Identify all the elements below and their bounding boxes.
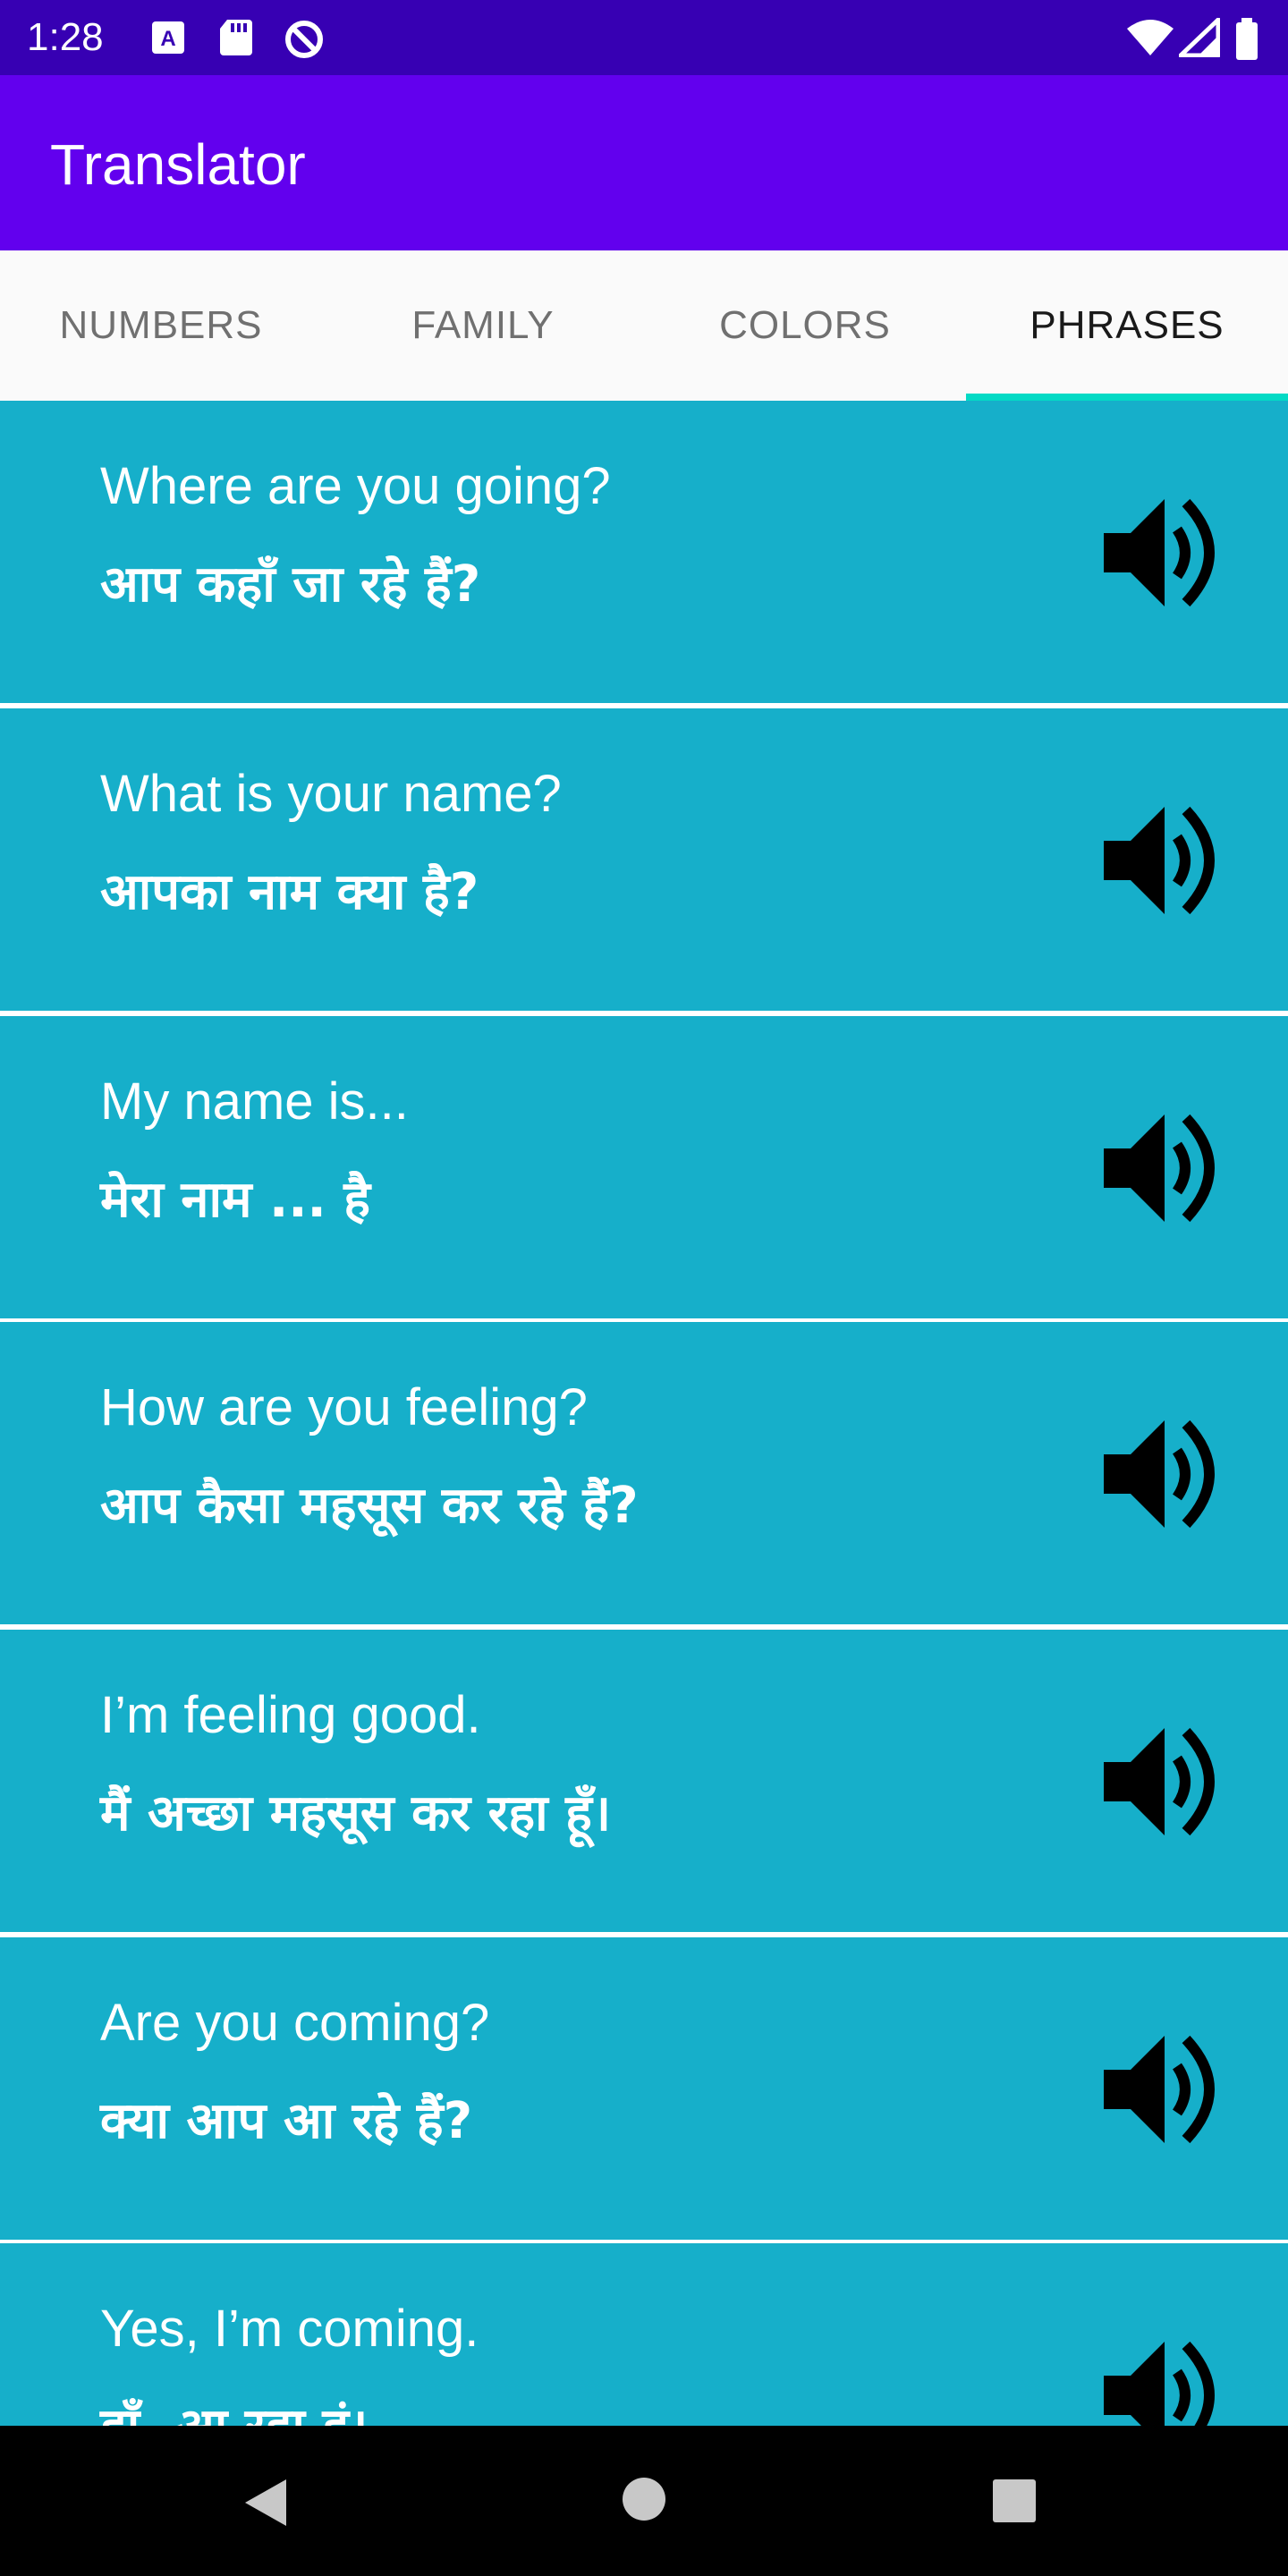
signal-icon bbox=[1178, 17, 1221, 61]
keyboard-a-icon: A bbox=[150, 18, 186, 61]
hindi-phrase: मैं अच्छा महसूस कर रहा हूँ। bbox=[100, 1784, 612, 1843]
app-title: Translator bbox=[50, 132, 306, 197]
svg-text:A: A bbox=[160, 27, 175, 51]
tab-indicator bbox=[966, 394, 1288, 401]
list-item[interactable]: My name is... मेरा नाम ... है bbox=[0, 1016, 1288, 1318]
english-phrase: My name is... bbox=[100, 1072, 409, 1131]
tab-label: COLORS bbox=[719, 303, 891, 347]
speaker-icon[interactable] bbox=[1100, 798, 1225, 923]
speaker-icon[interactable] bbox=[1100, 1106, 1225, 1231]
tab-label: PHRASES bbox=[1030, 303, 1224, 347]
speaker-icon[interactable] bbox=[1100, 2333, 1225, 2426]
hindi-phrase: आपका नाम क्या है? bbox=[100, 863, 479, 921]
status-time: 1:28 bbox=[27, 15, 104, 59]
status-bar: 1:28 A bbox=[0, 0, 1288, 75]
tab-label: NUMBERS bbox=[59, 303, 263, 347]
english-phrase: What is your name? bbox=[100, 765, 562, 823]
hindi-phrase: हाँ, आ रहा हूं। bbox=[100, 2395, 368, 2426]
list-item[interactable]: Yes, I’m coming. हाँ, आ रहा हूं। bbox=[0, 2243, 1288, 2426]
english-phrase: I’m feeling good. bbox=[100, 1686, 481, 1744]
list-item[interactable]: How are you feeling? आप कैसा महसूस कर रह… bbox=[0, 1322, 1288, 1624]
list-item[interactable]: What is your name? आपका नाम क्या है? bbox=[0, 708, 1288, 1011]
battery-icon bbox=[1234, 18, 1259, 64]
speaker-icon[interactable] bbox=[1100, 490, 1225, 615]
tab-label: FAMILY bbox=[411, 303, 555, 347]
hindi-phrase: आप कहाँ जा रहे हैं? bbox=[100, 555, 481, 614]
app-bar: Translator bbox=[0, 75, 1288, 250]
english-phrase: How are you feeling? bbox=[100, 1378, 588, 1436]
tab-numbers[interactable]: NUMBERS bbox=[0, 250, 322, 401]
navigation-bar bbox=[0, 2426, 1288, 2576]
hindi-phrase: मेरा नाम ... है bbox=[100, 1171, 371, 1229]
list-item[interactable]: Where are you going? आप कहाँ जा रहे हैं? bbox=[0, 401, 1288, 703]
speaker-icon[interactable] bbox=[1100, 1411, 1225, 1537]
tab-phrases[interactable]: PHRASES bbox=[966, 250, 1288, 401]
tab-bar: NUMBERS FAMILY COLORS PHRASES bbox=[0, 250, 1288, 401]
hindi-phrase: क्या आप आ रहे हैं? bbox=[100, 2092, 473, 2150]
english-phrase: Are you coming? bbox=[100, 1994, 490, 2052]
tab-family[interactable]: FAMILY bbox=[322, 250, 644, 401]
english-phrase: Where are you going? bbox=[100, 457, 611, 515]
speaker-icon[interactable] bbox=[1100, 2027, 1225, 2152]
list-item[interactable]: Are you coming? क्या आप आ रहे हैं? bbox=[0, 1937, 1288, 2240]
sd-card-icon bbox=[218, 18, 254, 61]
english-phrase: Yes, I’m coming. bbox=[100, 2300, 479, 2358]
sync-icon bbox=[283, 18, 326, 64]
speaker-icon[interactable] bbox=[1100, 1719, 1225, 1844]
list-item[interactable]: I’m feeling good. मैं अच्छा महसूस कर रहा… bbox=[0, 1630, 1288, 1932]
home-icon[interactable] bbox=[621, 2476, 667, 2526]
tab-colors[interactable]: COLORS bbox=[644, 250, 966, 401]
phrase-list[interactable]: Where are you going? आप कहाँ जा रहे हैं?… bbox=[0, 401, 1288, 2426]
back-icon[interactable] bbox=[240, 2476, 290, 2533]
recents-icon[interactable] bbox=[991, 2478, 1038, 2528]
hindi-phrase: आप कैसा महसूस कर रहे हैं? bbox=[100, 1477, 639, 1535]
wifi-icon bbox=[1125, 18, 1175, 61]
